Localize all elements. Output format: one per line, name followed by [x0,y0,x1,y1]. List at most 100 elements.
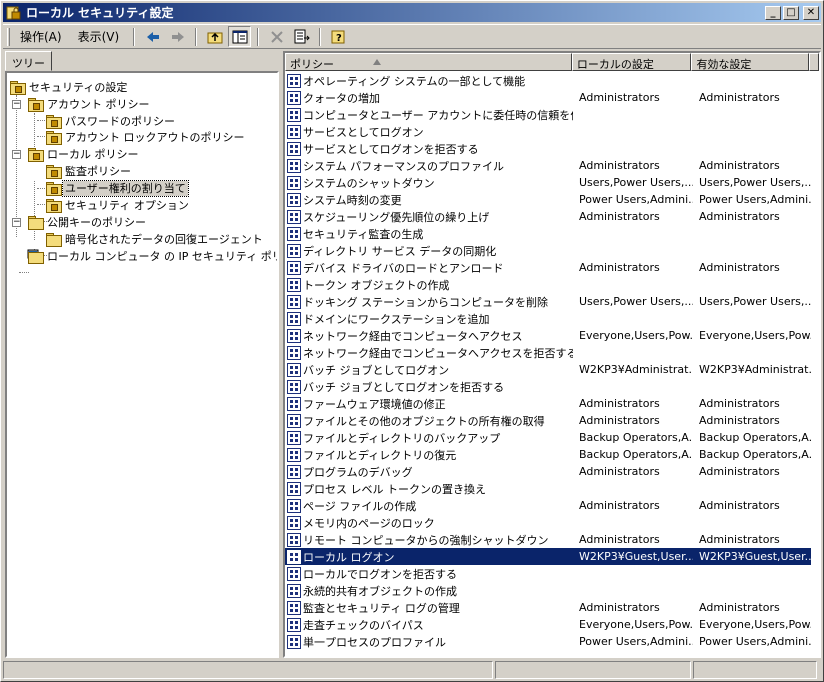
window-title: ローカル セキュリティ設定 [26,6,174,20]
policy-row[interactable]: ファイルとその他のオブジェクトの所有権の取得 Administrators Admi… [285,412,811,429]
policy-row[interactable]: セキュリティ監査の生成 [285,225,811,242]
menu-action[interactable]: 操作(A) [13,26,69,47]
tree-item-audit-policy[interactable]: 監査ポリシー [45,163,133,179]
tree-item-account-lockout-policy[interactable]: アカウント ロックアウトのポリシー [45,129,247,145]
column-header-effective-setting[interactable]: 有効な設定 [691,53,809,71]
show-hide-tree-button[interactable] [228,26,252,47]
column-header-local-setting[interactable]: ローカルの設定 [571,53,692,71]
collapse-icon[interactable]: − [12,218,21,227]
policy-row[interactable]: 監査とセキュリティ ログの管理 Administrators Administrat… [285,599,811,616]
forward-button[interactable] [166,26,189,47]
policy-name-cell: ローカルでログオンを拒否する [285,566,573,582]
maximize-button[interactable]: □ [783,5,799,20]
tree-item-ip-security-policies[interactable]: ローカル コンピュータ の IP セキュリティ ポリシー [27,248,277,264]
policy-row[interactable]: ローカル ログオン W2KP3¥Guest,User... W2KP3¥Guest,… [285,548,811,565]
user-right-policy-icon [287,243,301,258]
policy-name-cell: ファイルとディレクトリのバックアップ [285,430,573,446]
policy-row[interactable]: ファームウェア環境値の修正 Administrators Administrator… [285,395,811,412]
list-header: ポリシー ローカルの設定 有効な設定 [285,53,819,71]
delete-button[interactable] [265,26,288,47]
tree-item-user-rights-assignment[interactable]: ユーザー権利の割り当て [45,179,189,197]
policy-row[interactable]: サービスとしてログオン [285,123,811,140]
policy-row[interactable]: ファイルとディレクトリの復元 Backup Operators,A... Backu… [285,446,811,463]
policy-row[interactable]: ネットワーク経由でコンピュータへアクセス Everyone,Users,Pow..… [285,327,811,344]
policy-row[interactable]: プロセス レベル トークンの置き換え [285,480,811,497]
policy-row[interactable]: システムのシャットダウン Users,Power Users,... Users,P… [285,174,811,191]
policy-row[interactable]: 永続的共有オブジェクトの作成 [285,582,811,599]
title-bar[interactable]: ローカル セキュリティ設定 _ □ ✕ [3,3,821,22]
policy-row[interactable]: ページ ファイルの作成 Administrators Administrators [285,497,811,514]
policy-name-cell: ドッキング ステーションからコンピュータを削除 [285,294,573,310]
policy-row[interactable]: サービスとしてログオンを拒否する [285,140,811,157]
toolbar-separator [319,27,322,46]
local-setting-cell: Administrators [579,91,660,104]
policy-row[interactable]: システム パフォーマンスのプロファイル Administrators Adminis… [285,157,811,174]
policy-row[interactable]: オペレーティング システムの一部として機能 [285,72,811,89]
tree-item-public-key-policies[interactable]: 公開キーのポリシー [27,214,148,230]
user-right-policy-icon [287,532,301,547]
folder-lock-icon [45,130,62,145]
policy-row[interactable]: スケジューリング優先順位の繰り上げ Administrators Administr… [285,208,811,225]
policy-row[interactable]: プログラムのデバッグ Administrators Administrators [285,463,811,480]
close-button[interactable]: ✕ [803,5,819,20]
collapse-icon[interactable]: − [12,150,21,159]
back-button[interactable] [141,26,164,47]
policy-row[interactable]: ネットワーク経由でコンピュータへアクセスを拒否する [285,344,811,361]
effective-setting-cell: Administrators [699,499,780,512]
policy-row[interactable]: ディレクトリ サービス データの同期化 [285,242,811,259]
sort-ascending-icon [372,59,381,65]
collapse-icon[interactable]: − [12,100,21,109]
user-right-policy-icon [287,226,301,241]
export-list-button[interactable] [290,26,313,47]
column-header-policy[interactable]: ポリシー [285,53,572,71]
policy-row[interactable]: ドメインにワークステーションを追加 [285,310,811,327]
policy-row[interactable]: 単一プロセスのプロファイル Power Users,Admini... Power … [285,633,811,650]
policy-name: クォータの増加 [303,91,380,105]
policy-row[interactable]: ドッキング ステーションからコンピュータを削除 Users,Power Users… [285,293,811,310]
tree-item-account-policies[interactable]: アカウント ポリシー [27,96,152,112]
tree-item-security-settings[interactable]: セキュリティの設定 [9,79,129,95]
tree-view[interactable]: セキュリティの設定 − アカウント ポリシー パスワードのポリシー アカウント … [5,71,279,658]
toolbar-grip[interactable] [7,27,10,46]
user-right-policy-icon [287,277,301,292]
up-one-level-button[interactable] [203,26,226,47]
policy-row[interactable]: メモリ内のページのロック [285,514,811,531]
toolbar: 操作(A) 表示(V) ? [3,24,821,49]
policy-row[interactable]: ファイルとディレクトリのバックアップ Backup Operators,A... B… [285,429,811,446]
effective-setting-cell: Everyone,Users,Pow... [699,329,811,342]
policy-row[interactable]: トークン オブジェクトの作成 [285,276,811,293]
policy-row[interactable]: コンピュータとユーザー アカウントに委任時の信頼を付与 [285,106,811,123]
user-right-policy-icon [287,362,301,377]
user-right-policy-icon [287,192,301,207]
policy-row[interactable]: リモート コンピュータからの強制シャットダウン Administrators Adm… [285,531,811,548]
policy-row[interactable]: デバイス ドライバのロードとアンロード Administrators Adminis… [285,259,811,276]
policy-row[interactable]: バッチ ジョブとしてログオンを拒否する [285,378,811,395]
policy-row[interactable]: システム時刻の変更 Power Users,Admini... Power User… [285,191,811,208]
tree-item-password-policy[interactable]: パスワードのポリシー [45,113,177,129]
help-button[interactable]: ? [327,26,350,47]
policy-row[interactable]: ローカルでログオンを拒否する [285,565,811,582]
tree-tab[interactable]: ツリー [5,51,52,71]
policy-name-cell: クォータの増加 [285,90,573,106]
tree-item-encrypted-data-recovery-agents[interactable]: 暗号化されたデータの回復エージェント [45,231,265,247]
minimize-button[interactable]: _ [765,5,781,20]
policy-name-cell: ファイルとその他のオブジェクトの所有権の取得 [285,413,573,429]
toolbar-separator [133,27,136,46]
effective-setting-cell: Administrators [699,397,780,410]
tree-item-local-policies[interactable]: ローカル ポリシー [27,146,141,162]
folder-lock-icon [45,164,62,179]
local-setting-cell: Administrators [579,210,660,223]
policy-row[interactable]: 走査チェックのバイパス Everyone,Users,Pow... Everyone… [285,616,811,633]
policy-name: 監査とセキュリティ ログの管理 [303,601,460,615]
menu-view[interactable]: 表示(V) [71,26,127,47]
policy-row[interactable]: クォータの増加 Administrators Administrators [285,89,811,106]
delete-icon [269,29,285,45]
policy-name: ファームウェア環境値の修正 [303,397,446,411]
policy-row[interactable]: バッチ ジョブとしてログオン W2KP3¥Administrat... W2KP3¥… [285,361,811,378]
tree-item-security-options[interactable]: セキュリティ オプション [45,197,191,213]
policy-name-cell: デバイス ドライバのロードとアンロード [285,260,573,276]
user-right-policy-icon [287,311,301,326]
user-right-policy-icon [287,294,301,309]
effective-setting-cell: Backup Operators,A... [699,448,811,461]
policy-name: サービスとしてログオン [303,125,424,139]
